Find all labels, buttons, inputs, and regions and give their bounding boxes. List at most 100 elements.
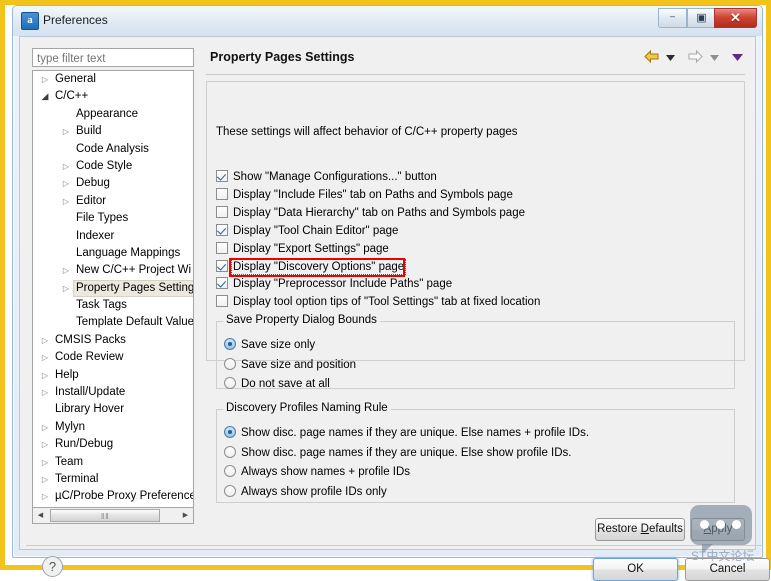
radio-selected-icon[interactable] [224, 338, 236, 350]
checkbox-checked-icon[interactable] [216, 277, 228, 290]
sidebar-item-team[interactable]: ▷ Team [33, 454, 193, 471]
sidebar-item-general[interactable]: ▷ General [33, 71, 193, 88]
sidebar-item-cmsis-packs[interactable]: ▷ CMSIS Packs [33, 332, 193, 349]
filter-input[interactable] [32, 48, 194, 67]
twisty-collapsed-icon[interactable]: ▷ [39, 436, 51, 453]
checkbox-checked-icon[interactable] [216, 170, 228, 182]
preferences-tree[interactable]: ▷ General ◢ C/C++ Appearance ▷ Build Code Analy… [32, 70, 194, 507]
app-icon: a [21, 12, 39, 30]
maximize-button[interactable]: ▣ [687, 8, 716, 28]
sidebar-item-label: Editor [76, 194, 107, 207]
checkbox-label: Display "Tool Chain Editor" page [233, 224, 399, 237]
sidebar-item-indexer[interactable]: Indexer [33, 228, 193, 245]
radio-unselected-icon[interactable] [224, 484, 236, 497]
checkbox-row[interactable]: Display "Export Settings" page [216, 241, 389, 256]
sidebar-item-new-c-c-project-wi[interactable]: ▷ New C/C++ Project Wi [33, 262, 193, 279]
scroll-left-icon[interactable]: ◀ [33, 508, 48, 523]
twisty-collapsed-icon[interactable]: ▷ [39, 488, 51, 505]
twisty-collapsed-icon[interactable]: ▷ [60, 280, 72, 297]
checkbox-label: Display "Preprocessor Include Paths" pag… [233, 278, 453, 291]
forward-arrow-icon[interactable] [688, 49, 703, 66]
radio-label: Save size only [241, 339, 316, 351]
radio-row[interactable]: Do not save at all [224, 377, 330, 391]
radio-row[interactable]: Show disc. page names if they are unique… [224, 445, 571, 460]
sidebar-item-appearance[interactable]: Appearance [33, 106, 193, 123]
checkbox-checked-icon[interactable] [216, 259, 228, 272]
sidebar-item-terminal[interactable]: ▷ Terminal [33, 471, 193, 488]
watermark-dot [732, 520, 741, 529]
tree-horizontal-scrollbar[interactable]: ◀ ▶ ‖‖ [32, 507, 194, 524]
sidebar-item-code-review[interactable]: ▷ Code Review [33, 349, 193, 366]
checkbox-unchecked-icon[interactable] [216, 241, 228, 254]
back-arrow-icon[interactable] [644, 49, 659, 66]
sidebar-item-editor[interactable]: ▷ Editor [33, 193, 193, 210]
restore-defaults-button[interactable]: Restore Defaults [595, 518, 685, 541]
sidebar-item-task-tags[interactable]: Task Tags [33, 297, 193, 314]
checkbox-checked-icon[interactable] [216, 223, 228, 236]
twisty-collapsed-icon[interactable]: ▷ [39, 454, 51, 471]
checkbox-unchecked-icon[interactable] [216, 295, 228, 308]
help-button[interactable]: ? [42, 556, 63, 577]
checkbox-row[interactable]: Show "Manage Configurations..." button [216, 170, 437, 184]
radio-row[interactable]: Always show names + profile IDs [224, 465, 410, 479]
checkbox-row[interactable]: Display "Data Hierarchy" tab on Paths an… [216, 205, 525, 220]
scrollbar-thumb[interactable]: ‖‖ [50, 509, 160, 522]
radio-unselected-icon[interactable] [224, 465, 236, 477]
radio-row[interactable]: Always show profile IDs only [224, 484, 387, 499]
radio-row[interactable]: Save size only [224, 338, 315, 352]
sidebar-item-library-hover[interactable]: Library Hover [33, 401, 193, 418]
sidebar-item-build[interactable]: ▷ Build [33, 123, 193, 140]
radio-unselected-icon[interactable] [224, 445, 236, 458]
sidebar-item-file-types[interactable]: File Types [33, 210, 193, 227]
radio-selected-icon[interactable] [224, 426, 236, 438]
sidebar-item-label: Code Analysis [76, 142, 149, 155]
checkbox-row[interactable]: Display tool option tips of "Tool Settin… [216, 295, 540, 309]
radio-unselected-icon[interactable] [224, 357, 236, 370]
minimize-button[interactable]: – [658, 8, 687, 28]
twisty-collapsed-icon[interactable]: ▷ [60, 123, 72, 140]
twisty-collapsed-icon[interactable]: ▷ [39, 419, 51, 436]
sidebar-item-code-analysis[interactable]: Code Analysis [33, 141, 193, 158]
sidebar-item-mylyn[interactable]: ▷ Mylyn [33, 419, 193, 436]
twisty-collapsed-icon[interactable]: ▷ [60, 193, 72, 210]
checkbox-row[interactable]: Display "Tool Chain Editor" page [216, 223, 399, 238]
close-button[interactable]: ✕ [714, 8, 757, 28]
sidebar-item-property-pages-settings[interactable]: ▷ Property Pages Settings [33, 279, 193, 298]
sidebar-item-install-update[interactable]: ▷ Install/Update [33, 384, 193, 401]
radio-row[interactable]: Save size and position [224, 357, 356, 372]
radio-unselected-icon[interactable] [224, 377, 236, 389]
minimize-icon: – [669, 11, 675, 21]
twisty-collapsed-icon[interactable]: ▷ [39, 471, 51, 488]
view-menu-icon[interactable] [732, 52, 743, 64]
sidebar-item-help[interactable]: ▷ Help [33, 367, 193, 384]
twisty-collapsed-icon[interactable]: ▷ [39, 71, 51, 88]
sidebar-item-code-style[interactable]: ▷ Code Style [33, 158, 193, 175]
header-separator [206, 74, 745, 75]
sidebar-item-language-mappings[interactable]: Language Mappings [33, 245, 193, 262]
sidebar-item-template-default-value[interactable]: Template Default Value [33, 314, 193, 331]
twisty-collapsed-icon[interactable]: ▷ [39, 384, 51, 401]
checkbox-row[interactable]: Display "Preprocessor Include Paths" pag… [216, 277, 452, 291]
sidebar-item-run-debug[interactable]: ▷ Run/Debug [33, 436, 193, 453]
checkbox-label: Display "Data Hierarchy" tab on Paths an… [233, 206, 525, 219]
scroll-right-icon[interactable]: ▶ [178, 508, 193, 523]
checkbox-unchecked-icon[interactable] [216, 187, 228, 200]
sidebar-item-c-probe-proxy-preference[interactable]: ▷ µC/Probe Proxy Preference [33, 488, 193, 505]
sidebar-item-debug[interactable]: ▷ Debug [33, 175, 193, 192]
sidebar-item-c-c[interactable]: ◢ C/C++ [33, 88, 193, 105]
twisty-collapsed-icon[interactable]: ▷ [39, 332, 51, 349]
twisty-collapsed-icon[interactable]: ▷ [39, 349, 51, 366]
description-text: These settings will affect behavior of C… [216, 126, 518, 138]
back-dropdown-icon[interactable] [666, 52, 676, 64]
radio-row[interactable]: Show disc. page names if they are unique… [224, 426, 589, 440]
twisty-expanded-icon[interactable]: ◢ [39, 88, 51, 105]
watermark-text: ST中文论坛 [691, 549, 755, 563]
forward-dropdown-icon[interactable] [709, 52, 719, 64]
checkbox-row[interactable]: Display "Include Files" tab on Paths and… [216, 187, 513, 202]
content-header: Property Pages Settings [206, 48, 745, 72]
twisty-collapsed-icon[interactable]: ▷ [60, 175, 72, 192]
twisty-collapsed-icon[interactable]: ▷ [60, 262, 72, 279]
twisty-collapsed-icon[interactable]: ▷ [39, 367, 51, 384]
twisty-collapsed-icon[interactable]: ▷ [60, 158, 72, 175]
checkbox-unchecked-icon[interactable] [216, 205, 228, 218]
